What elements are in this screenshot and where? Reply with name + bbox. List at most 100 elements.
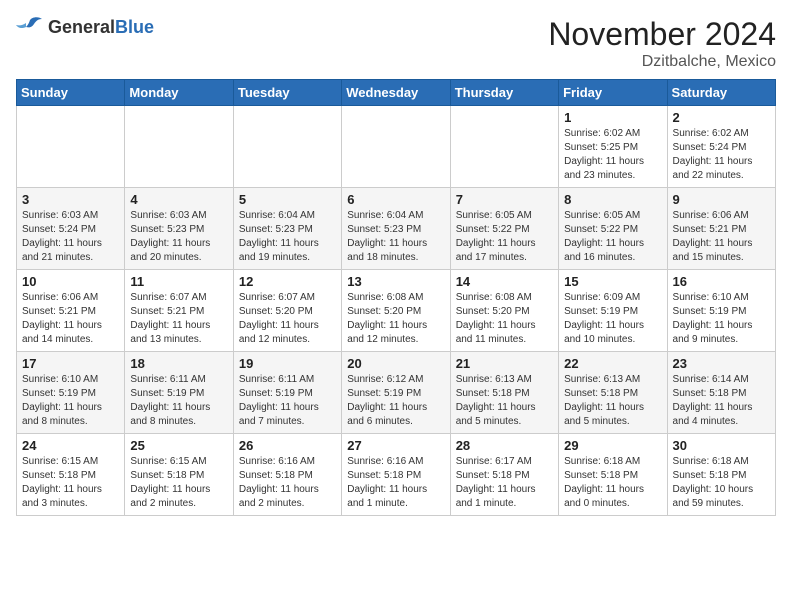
day-number: 2 bbox=[673, 110, 770, 125]
calendar-cell bbox=[233, 106, 341, 188]
day-info: Sunrise: 6:02 AM Sunset: 5:24 PM Dayligh… bbox=[673, 127, 770, 183]
day-number: 20 bbox=[347, 356, 444, 371]
day-number: 9 bbox=[673, 192, 770, 207]
weekday-header-wednesday: Wednesday bbox=[342, 80, 450, 106]
calendar-cell: 4 Sunrise: 6:03 AM Sunset: 5:23 PM Daylig… bbox=[125, 188, 233, 270]
day-info: Sunrise: 6:15 AM Sunset: 5:18 PM Dayligh… bbox=[130, 455, 227, 511]
weekday-header-row: SundayMondayTuesdayWednesdayThursdayFrid… bbox=[17, 80, 776, 106]
calendar-cell: 19Sunrise: 6:11 AM Sunset: 5:19 PM Dayli… bbox=[233, 352, 341, 434]
day-number: 19 bbox=[239, 356, 336, 371]
day-info: Sunrise: 6:04 AM Sunset: 5:23 PM Dayligh… bbox=[239, 209, 336, 265]
day-info: Sunrise: 6:16 AM Sunset: 5:18 PM Dayligh… bbox=[347, 455, 444, 511]
day-number: 4 bbox=[130, 192, 227, 207]
calendar-cell: 29 Sunrise: 6:18 AM Sunset: 5:18 PM Dayli… bbox=[559, 434, 667, 516]
day-info: Sunrise: 6:13 AM Sunset: 5:18 PM Dayligh… bbox=[564, 373, 661, 429]
day-number: 13 bbox=[347, 274, 444, 289]
day-number: 16 bbox=[673, 274, 770, 289]
calendar-cell: 23Sunrise: 6:14 AM Sunset: 5:18 PM Dayli… bbox=[667, 352, 775, 434]
day-number: 11 bbox=[130, 274, 227, 289]
day-info: Sunrise: 6:03 AM Sunset: 5:23 PM Dayligh… bbox=[130, 209, 227, 265]
day-info: Sunrise: 6:09 AM Sunset: 5:19 PM Dayligh… bbox=[564, 291, 661, 347]
calendar-cell bbox=[450, 106, 558, 188]
calendar-cell: 1Sunrise: 6:02 AM Sunset: 5:25 PM Daylig… bbox=[559, 106, 667, 188]
calendar-table: SundayMondayTuesdayWednesdayThursdayFrid… bbox=[16, 79, 776, 516]
calendar-cell: 17 Sunrise: 6:10 AM Sunset: 5:19 PM Dayli… bbox=[17, 352, 125, 434]
calendar-cell: 9 Sunrise: 6:06 AM Sunset: 5:21 PM Daylig… bbox=[667, 188, 775, 270]
location-title: Dzitbalche, Mexico bbox=[548, 53, 776, 71]
day-number: 6 bbox=[347, 192, 444, 207]
calendar-cell bbox=[17, 106, 125, 188]
week-row-5: 24 Sunrise: 6:15 AM Sunset: 5:18 PM Dayli… bbox=[17, 434, 776, 516]
calendar-cell: 10Sunrise: 6:06 AM Sunset: 5:21 PM Dayli… bbox=[17, 270, 125, 352]
calendar-cell: 7 Sunrise: 6:05 AM Sunset: 5:22 PM Daylig… bbox=[450, 188, 558, 270]
day-number: 24 bbox=[22, 438, 119, 453]
day-info: Sunrise: 6:18 AM Sunset: 5:18 PM Dayligh… bbox=[564, 455, 661, 511]
day-number: 18 bbox=[130, 356, 227, 371]
calendar-cell: 27 Sunrise: 6:16 AM Sunset: 5:18 PM Dayli… bbox=[342, 434, 450, 516]
calendar-cell: 30Sunrise: 6:18 AM Sunset: 5:18 PM Dayli… bbox=[667, 434, 775, 516]
logo: GeneralBlue bbox=[16, 16, 154, 38]
day-number: 5 bbox=[239, 192, 336, 207]
calendar-cell: 3 Sunrise: 6:03 AM Sunset: 5:24 PM Daylig… bbox=[17, 188, 125, 270]
day-number: 8 bbox=[564, 192, 661, 207]
logo-blue: Blue bbox=[115, 17, 154, 37]
day-info: Sunrise: 6:05 AM Sunset: 5:22 PM Dayligh… bbox=[456, 209, 553, 265]
day-info: Sunrise: 6:08 AM Sunset: 5:20 PM Dayligh… bbox=[456, 291, 553, 347]
week-row-3: 10Sunrise: 6:06 AM Sunset: 5:21 PM Dayli… bbox=[17, 270, 776, 352]
week-row-4: 17 Sunrise: 6:10 AM Sunset: 5:19 PM Dayli… bbox=[17, 352, 776, 434]
day-info: Sunrise: 6:10 AM Sunset: 5:19 PM Dayligh… bbox=[673, 291, 770, 347]
title-area: November 2024 Dzitbalche, Mexico bbox=[548, 16, 776, 71]
weekday-header-monday: Monday bbox=[125, 80, 233, 106]
calendar-cell: 6Sunrise: 6:04 AM Sunset: 5:23 PM Daylig… bbox=[342, 188, 450, 270]
day-number: 12 bbox=[239, 274, 336, 289]
day-info: Sunrise: 6:07 AM Sunset: 5:21 PM Dayligh… bbox=[130, 291, 227, 347]
weekday-header-thursday: Thursday bbox=[450, 80, 558, 106]
day-info: Sunrise: 6:16 AM Sunset: 5:18 PM Dayligh… bbox=[239, 455, 336, 511]
page-header: GeneralBlue November 2024 Dzitbalche, Me… bbox=[16, 16, 776, 71]
day-info: Sunrise: 6:14 AM Sunset: 5:18 PM Dayligh… bbox=[673, 373, 770, 429]
day-number: 30 bbox=[673, 438, 770, 453]
logo-bird-icon bbox=[16, 16, 44, 38]
day-info: Sunrise: 6:08 AM Sunset: 5:20 PM Dayligh… bbox=[347, 291, 444, 347]
day-number: 17 bbox=[22, 356, 119, 371]
calendar-cell: 21 Sunrise: 6:13 AM Sunset: 5:18 PM Dayli… bbox=[450, 352, 558, 434]
calendar-cell: 11 Sunrise: 6:07 AM Sunset: 5:21 PM Dayli… bbox=[125, 270, 233, 352]
day-info: Sunrise: 6:06 AM Sunset: 5:21 PM Dayligh… bbox=[673, 209, 770, 265]
day-number: 26 bbox=[239, 438, 336, 453]
month-title: November 2024 bbox=[548, 16, 776, 53]
day-number: 1 bbox=[564, 110, 661, 125]
day-info: Sunrise: 6:17 AM Sunset: 5:18 PM Dayligh… bbox=[456, 455, 553, 511]
calendar-cell: 18 Sunrise: 6:11 AM Sunset: 5:19 PM Dayli… bbox=[125, 352, 233, 434]
day-number: 15 bbox=[564, 274, 661, 289]
day-info: Sunrise: 6:15 AM Sunset: 5:18 PM Dayligh… bbox=[22, 455, 119, 511]
day-number: 21 bbox=[456, 356, 553, 371]
day-info: Sunrise: 6:11 AM Sunset: 5:19 PM Dayligh… bbox=[130, 373, 227, 429]
weekday-header-saturday: Saturday bbox=[667, 80, 775, 106]
day-number: 7 bbox=[456, 192, 553, 207]
day-info: Sunrise: 6:12 AM Sunset: 5:19 PM Dayligh… bbox=[347, 373, 444, 429]
day-number: 28 bbox=[456, 438, 553, 453]
day-number: 22 bbox=[564, 356, 661, 371]
day-number: 29 bbox=[564, 438, 661, 453]
day-info: Sunrise: 6:03 AM Sunset: 5:24 PM Dayligh… bbox=[22, 209, 119, 265]
weekday-header-friday: Friday bbox=[559, 80, 667, 106]
calendar-cell: 25Sunrise: 6:15 AM Sunset: 5:18 PM Dayli… bbox=[125, 434, 233, 516]
week-row-1: 1Sunrise: 6:02 AM Sunset: 5:25 PM Daylig… bbox=[17, 106, 776, 188]
weekday-header-sunday: Sunday bbox=[17, 80, 125, 106]
day-info: Sunrise: 6:13 AM Sunset: 5:18 PM Dayligh… bbox=[456, 373, 553, 429]
logo-text: GeneralBlue bbox=[48, 17, 154, 38]
weekday-header-tuesday: Tuesday bbox=[233, 80, 341, 106]
calendar-cell: 13 Sunrise: 6:08 AM Sunset: 5:20 PM Dayli… bbox=[342, 270, 450, 352]
calendar-cell: 28 Sunrise: 6:17 AM Sunset: 5:18 PM Dayli… bbox=[450, 434, 558, 516]
calendar-cell bbox=[125, 106, 233, 188]
calendar-cell: 2 Sunrise: 6:02 AM Sunset: 5:24 PM Daylig… bbox=[667, 106, 775, 188]
calendar-cell bbox=[342, 106, 450, 188]
calendar-cell: 12Sunrise: 6:07 AM Sunset: 5:20 PM Dayli… bbox=[233, 270, 341, 352]
day-number: 27 bbox=[347, 438, 444, 453]
calendar-cell: 24 Sunrise: 6:15 AM Sunset: 5:18 PM Dayli… bbox=[17, 434, 125, 516]
calendar-cell: 20 Sunrise: 6:12 AM Sunset: 5:19 PM Dayli… bbox=[342, 352, 450, 434]
logo-general: General bbox=[48, 17, 115, 37]
day-info: Sunrise: 6:10 AM Sunset: 5:19 PM Dayligh… bbox=[22, 373, 119, 429]
day-info: Sunrise: 6:06 AM Sunset: 5:21 PM Dayligh… bbox=[22, 291, 119, 347]
day-number: 3 bbox=[22, 192, 119, 207]
